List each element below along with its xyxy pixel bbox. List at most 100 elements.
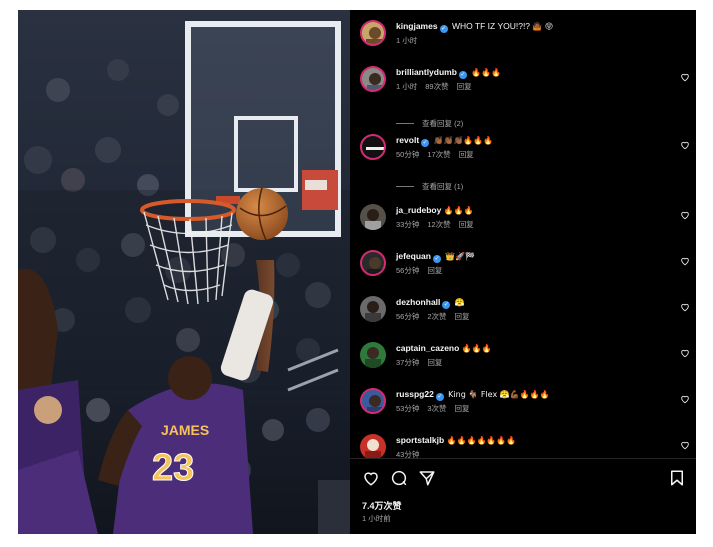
caption-username[interactable]: kingjames [396,21,438,31]
comment-likes[interactable]: 2次赞 [427,312,446,321]
comment-time: 50分钟 [396,150,420,159]
avatar[interactable] [360,250,386,276]
heart-icon[interactable] [680,440,690,450]
basketball-photo: JAMES 23 [18,10,350,534]
comment-username[interactable]: captain_cazeno [396,343,459,353]
verified-badge-icon: ✓ [442,301,451,309]
post-caption: kingjames ✓ WHO TF IZ YOU!?!? 🤷🏾 😝 1 小时 [360,20,690,60]
view-replies-button[interactable]: 查看回复 (1) [396,181,463,192]
view-replies-label: 查看回复 (1) [422,182,464,191]
avatar[interactable] [360,20,386,46]
comment-text: 😤 [454,298,465,307]
avatar[interactable] [360,342,386,368]
likes-count[interactable]: 7.4万次赞 [362,499,402,512]
comment-text: 👑🚀🏁 [445,252,476,261]
verified-badge-icon: ✓ [435,393,444,401]
reply-button[interactable]: 回复 [427,266,442,275]
heart-icon[interactable] [680,72,690,82]
avatar-revolt-icon [362,136,384,158]
caption-emoji: 🤷🏾 😝 [532,22,554,31]
caption-text: WHO TF IZ YOU!?!? [451,21,531,31]
reply-button[interactable]: 回复 [459,220,474,229]
comment-text: 🔥🔥🔥🔥🔥🔥🔥 [446,436,517,445]
reply-button[interactable]: 回复 [457,82,472,91]
verified-badge-icon: ✓ [439,25,448,33]
comment-username[interactable]: ja_rudeboy [396,205,441,215]
post-time: 1 小时前 [362,514,391,523]
comment-item: sportstalkjb 🔥🔥🔥🔥🔥🔥🔥 43分钟 [360,434,690,458]
reply-button[interactable]: 回复 [427,358,442,367]
post-photo[interactable]: JAMES 23 [18,10,350,534]
comment-text: 🔥🔥🔥 [471,68,502,77]
heart-icon[interactable] [680,302,690,312]
comment-time: 1 小时 [396,82,418,91]
comment-likes[interactable]: 17次赞 [427,150,450,159]
comment-likes[interactable]: 89次赞 [425,82,448,91]
heart-icon[interactable] [680,348,690,358]
avatar-icon [360,204,386,230]
comment-item: ja_rudeboy 🔥🔥🔥 33分钟 12次赞 回复 [360,204,690,244]
avatar[interactable] [360,66,386,92]
comment-item: revolt ✓ 👏🏾👏🏾👏🏾🔥🔥🔥 50分钟 17次赞 回复 [360,134,690,174]
verified-badge-icon: ✓ [421,139,430,147]
comment-item: russpg22 ✓ King 🐐 Flex 😤💪🏾🔥🔥🔥 53分钟 3次赞 回复 [360,388,690,428]
comment-username[interactable]: brilliantlydumb [396,67,457,77]
comment-item: captain_cazeno 🔥🔥🔥 37分钟 回复 [360,342,690,382]
avatar-icon [362,68,384,90]
avatar-kingjames-icon [362,22,384,44]
share-send-icon[interactable] [418,469,436,487]
comment-text: 🔥🔥🔥 [461,344,492,353]
verified-badge-icon: ✓ [458,71,467,79]
avatar-icon [362,390,384,412]
avatar[interactable] [360,296,386,322]
verified-badge-icon: ✓ [432,255,441,263]
heart-icon[interactable] [680,394,690,404]
jersey-number: 23 [152,447,194,489]
view-replies-button[interactable]: 查看回复 (2) [396,118,463,129]
comments-panel: kingjames ✓ WHO TF IZ YOU!?!? 🤷🏾 😝 1 小时 b… [350,10,696,534]
comment-username[interactable]: revolt [396,135,419,145]
comment-username[interactable]: jefequan [396,251,431,261]
jersey-name: JAMES [161,422,209,438]
comment-list[interactable]: kingjames ✓ WHO TF IZ YOU!?!? 🤷🏾 😝 1 小时 b… [350,10,696,458]
bookmark-icon[interactable] [668,469,686,487]
comment-item: brilliantlydumb ✓ 🔥🔥🔥 1 小时 89次赞 回复 [360,66,690,106]
comment-time: 43分钟 [396,450,420,458]
avatar[interactable] [360,204,386,230]
comment-item: dezhonhall ✓ 😤 56分钟 2次赞 回复 [360,296,690,336]
reply-button[interactable]: 回复 [455,404,470,413]
comment-time: 33分钟 [396,220,420,229]
post-actions: 7.4万次赞 1 小时前 [350,458,696,534]
comment-username[interactable]: dezhonhall [396,297,440,307]
replies-divider [396,123,414,124]
comment-text: King 🐐 Flex 😤💪🏾🔥🔥🔥 [448,390,550,399]
heart-icon[interactable] [680,256,690,266]
comment-text: 👏🏾👏🏾👏🏾🔥🔥🔥 [433,136,494,145]
comment-time: 37分钟 [396,358,420,367]
replies-divider [396,186,414,187]
comment-username[interactable]: russpg22 [396,389,434,399]
comment-likes[interactable]: 3次赞 [427,404,446,413]
view-replies-label: 查看回复 (2) [422,119,464,128]
comment-bubble-icon[interactable] [390,469,408,487]
comment-text: 🔥🔥🔥 [443,206,474,215]
heart-icon[interactable] [680,140,690,150]
reply-button[interactable]: 回复 [455,312,470,321]
comment-item: jefequan ✓ 👑🚀🏁 56分钟 回复 [360,250,690,290]
avatar[interactable] [360,134,386,160]
avatar[interactable] [360,434,386,458]
avatar-icon [360,434,386,458]
comment-username[interactable]: sportstalkjb [396,435,444,445]
post-dialog: JAMES 23 kingjames ✓ WHO TF IZ YOU!?!? 🤷… [18,10,696,534]
comment-time: 56分钟 [396,312,420,321]
like-heart-icon[interactable] [362,469,380,487]
avatar-icon [360,342,386,368]
comment-likes[interactable]: 12次赞 [427,220,450,229]
reply-button[interactable]: 回复 [459,150,474,159]
caption-time: 1 小时 [396,36,418,45]
heart-icon[interactable] [680,210,690,220]
avatar-icon [362,252,384,274]
comment-time: 56分钟 [396,266,420,275]
avatar[interactable] [360,388,386,414]
comment-time: 53分钟 [396,404,420,413]
